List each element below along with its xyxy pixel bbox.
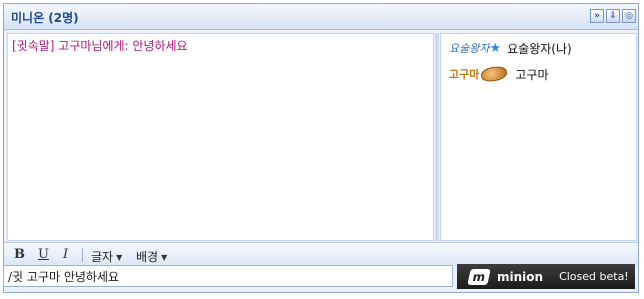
font-menu-label: 글자 xyxy=(91,250,114,264)
background-menu-label: 배경 xyxy=(136,250,159,264)
title-bar: 미니온 (2명) » ⇩ ◎ xyxy=(4,4,638,30)
user-name: 고구마 xyxy=(515,67,549,82)
minion-logo-icon: m xyxy=(467,268,491,285)
chevron-down-icon: ▼ xyxy=(161,253,168,262)
background-menu[interactable]: 배경 ▼ xyxy=(136,248,167,265)
sweet-potato-icon xyxy=(480,64,509,84)
chevron-down-icon: ▼ xyxy=(116,253,123,262)
bold-button[interactable]: B xyxy=(14,247,25,262)
star-icon: ★ xyxy=(489,40,502,56)
pin-button[interactable]: ⇩ xyxy=(606,9,620,23)
settings-icon: ◎ xyxy=(625,11,633,21)
format-toolbar: B U I 글자 ▼ 배경 ▼ xyxy=(4,242,638,266)
user-name: 요술왕자(나) xyxy=(507,41,572,56)
message-input[interactable] xyxy=(3,265,453,287)
user-list-item[interactable]: 고구마 고구마 xyxy=(449,64,549,84)
user-list[interactable]: 요술왕자 ★ 요술왕자(나) 고구마 고구마 xyxy=(440,33,637,241)
user-badge: 고구마 xyxy=(449,68,480,81)
brand-banner[interactable]: m minion Closed beta! xyxy=(457,264,635,289)
collapse-button[interactable]: » xyxy=(590,9,604,23)
pane-splitter[interactable] xyxy=(435,33,439,241)
window-title: 미니온 (2명) xyxy=(11,11,79,25)
italic-button[interactable]: I xyxy=(63,247,68,262)
beta-label: Closed beta! xyxy=(559,270,629,283)
user-list-item[interactable]: 요술왕자 ★ 요술왕자(나) xyxy=(449,38,572,58)
underline-button[interactable]: U xyxy=(38,247,49,262)
brand-name: minion xyxy=(497,269,544,284)
chat-message: [귓속말] 고구마님에게: 안녕하세요 xyxy=(12,39,188,53)
user-badge: 요술왕자 xyxy=(449,42,490,55)
pin-icon: ⇩ xyxy=(609,11,617,21)
collapse-icon: » xyxy=(594,11,600,21)
chat-log[interactable]: [귓속말] 고구마님에게: 안녕하세요 xyxy=(7,33,434,241)
settings-button[interactable]: ◎ xyxy=(622,9,636,23)
toolbar-divider xyxy=(82,248,83,262)
minion-window: 미니온 (2명) » ⇩ ◎ [귓속말] 고구마님에게: 안녕하세요 요술왕자 … xyxy=(3,3,639,293)
font-menu[interactable]: 글자 ▼ xyxy=(91,248,122,265)
